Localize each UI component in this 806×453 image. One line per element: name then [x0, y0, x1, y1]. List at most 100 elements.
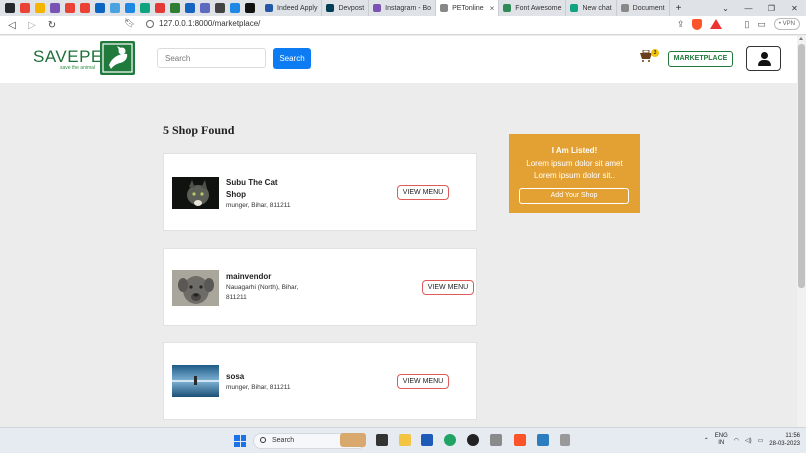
file-explorer-icon[interactable]: [399, 434, 411, 446]
database-icon[interactable]: [490, 434, 502, 446]
linkedin-icon[interactable]: [95, 3, 105, 13]
bookmark-icon[interactable]: 🔖︎: [124, 18, 135, 29]
tab-label: Indeed Apply: [277, 4, 318, 12]
back-icon[interactable]: ◁: [4, 20, 20, 31]
logo-hand-pet-icon[interactable]: [100, 41, 135, 75]
wallet-icon[interactable]: ▭: [757, 19, 766, 30]
search-input[interactable]: [157, 48, 266, 68]
tab-document[interactable]: Document: [617, 0, 670, 16]
close-window-icon[interactable]: ✕: [783, 4, 806, 13]
tab-new-chat[interactable]: New chat: [566, 0, 617, 16]
language-indicator[interactable]: ENG IN: [715, 433, 728, 447]
site-info-icon[interactable]: [146, 19, 154, 28]
tab-petonline[interactable]: PETonline ×: [436, 0, 500, 16]
shop-card: mainvendor Nauagarhi (North), Bihar, 811…: [163, 248, 477, 326]
windows-start-icon[interactable]: [234, 435, 246, 447]
font-awesome-icon: [503, 4, 512, 12]
media-player-icon[interactable]: [467, 434, 479, 446]
devpost-icon: [326, 4, 335, 12]
gmail-icon[interactable]: [20, 3, 30, 13]
url-text[interactable]: 127.0.0.1:8000/marketplace/: [159, 19, 260, 28]
shop-address-line: Nauagarhi (North), Bihar,: [226, 284, 299, 291]
chatgpt-icon[interactable]: [140, 3, 150, 13]
browser-toolbar: ◁ ▷ ↻ 🔖︎ 127.0.0.1:8000/marketplace/ ⇪ ▯…: [0, 16, 806, 35]
chevron-up-icon[interactable]: ⌃: [704, 437, 709, 444]
forward-icon[interactable]: ▷: [24, 20, 40, 31]
tab-instagram[interactable]: Instagram - Bo: [369, 0, 437, 16]
browser-tab-strip: Indeed Apply Devpost Instagram - Bo PETo…: [0, 0, 806, 16]
wifi-icon[interactable]: ◠: [734, 437, 739, 444]
restore-icon[interactable]: ❐: [760, 4, 783, 13]
shop-name[interactable]: Subu The Cat Shop: [226, 177, 278, 201]
gmail-icon[interactable]: [80, 3, 90, 13]
chatgpt-icon: [570, 4, 579, 12]
shop-name-line: Subu The Cat: [226, 178, 278, 187]
bookmark-icon[interactable]: [155, 3, 165, 13]
tab-font-awesome[interactable]: Font Awesome: [499, 0, 567, 16]
reload-icon[interactable]: ↻: [44, 20, 60, 31]
vpn-button[interactable]: • VPN: [773, 18, 800, 30]
search-button[interactable]: Search: [273, 48, 311, 69]
store-icon[interactable]: [421, 434, 433, 446]
bootstrap-icon: [373, 4, 382, 12]
system-tray: ⌃ ENG IN ◠ ◁) ▭ 11:56 28-03-2023: [704, 432, 800, 448]
marketplace-button[interactable]: MARKETPLACE: [668, 51, 733, 67]
gmail-icon[interactable]: [65, 3, 75, 13]
bookmark-icon[interactable]: [215, 3, 225, 13]
tab-indeed-apply[interactable]: Indeed Apply: [261, 0, 323, 16]
taskbar-search-label: Search: [272, 437, 295, 444]
close-tab-icon[interactable]: ×: [490, 4, 495, 13]
bookmark-icon[interactable]: [110, 3, 120, 13]
scrollbar-thumb[interactable]: [798, 44, 805, 288]
bookmark-icon[interactable]: [200, 3, 210, 13]
bookmark-icon[interactable]: [245, 3, 255, 13]
bookmark-icon[interactable]: [170, 3, 180, 13]
user-icon: [761, 52, 768, 59]
github-icon[interactable]: [5, 3, 15, 13]
minimize-icon[interactable]: —: [737, 4, 760, 13]
add-your-shop-button[interactable]: Add Your Shop: [519, 188, 629, 204]
lang-line: IN: [718, 440, 725, 446]
address-bar[interactable]: 127.0.0.1:8000/marketplace/: [146, 19, 260, 28]
new-tab-button[interactable]: +: [676, 3, 682, 14]
tab-devpost[interactable]: Devpost: [322, 0, 370, 16]
indeed-icon: [265, 4, 273, 12]
share-icon[interactable]: ⇪: [677, 19, 685, 30]
bootstrap-icon[interactable]: [50, 3, 60, 13]
page-scrollbar[interactable]: [797, 36, 806, 427]
clock-time: 11:56: [785, 433, 800, 439]
shop-image-cat[interactable]: [172, 177, 219, 209]
battery-icon[interactable]: ▭: [758, 437, 764, 444]
windows-taskbar: Search ⌃ ENG IN ◠ ◁) ▭ 11:56 28-03-2023: [0, 427, 806, 453]
view-menu-button[interactable]: VIEW MENU: [397, 185, 449, 200]
shop-image-lake[interactable]: [172, 365, 219, 397]
drive-icon[interactable]: [35, 3, 45, 13]
search-icon: [260, 437, 266, 443]
task-view-icon[interactable]: [376, 434, 388, 446]
shop-name[interactable]: mainvendor: [226, 271, 271, 283]
view-menu-button[interactable]: VIEW MENU: [397, 374, 449, 389]
vscode-icon[interactable]: [537, 434, 549, 446]
sidebar-icon[interactable]: ▯: [744, 19, 749, 30]
brave-icon[interactable]: [514, 434, 526, 446]
view-menu-button[interactable]: VIEW MENU: [422, 280, 474, 295]
widgets-icon[interactable]: [340, 433, 366, 447]
bookmark-icon[interactable]: [185, 3, 195, 13]
shop-name[interactable]: sosa: [226, 371, 244, 383]
tab-label: New chat: [582, 4, 612, 12]
brave-shields-icon[interactable]: [692, 18, 703, 30]
tab-search-icon[interactable]: ⌄: [714, 4, 737, 13]
shop-image-dog[interactable]: [172, 270, 219, 306]
bookmark-icon[interactable]: [125, 3, 135, 13]
edge-icon[interactable]: [444, 434, 456, 446]
user-account-button[interactable]: [746, 46, 781, 71]
scroll-up-arrow[interactable]: [799, 37, 803, 40]
lang-line: ENG: [714, 433, 728, 439]
clock[interactable]: 11:56 28-03-2023: [769, 432, 800, 448]
volume-icon[interactable]: ◁): [745, 437, 752, 444]
bookmark-icon[interactable]: [230, 3, 240, 13]
app-icon[interactable]: [560, 434, 570, 446]
brave-rewards-icon[interactable]: [710, 19, 723, 29]
logo-tagline: save the animal: [60, 65, 96, 71]
user-icon-body: [758, 60, 771, 66]
